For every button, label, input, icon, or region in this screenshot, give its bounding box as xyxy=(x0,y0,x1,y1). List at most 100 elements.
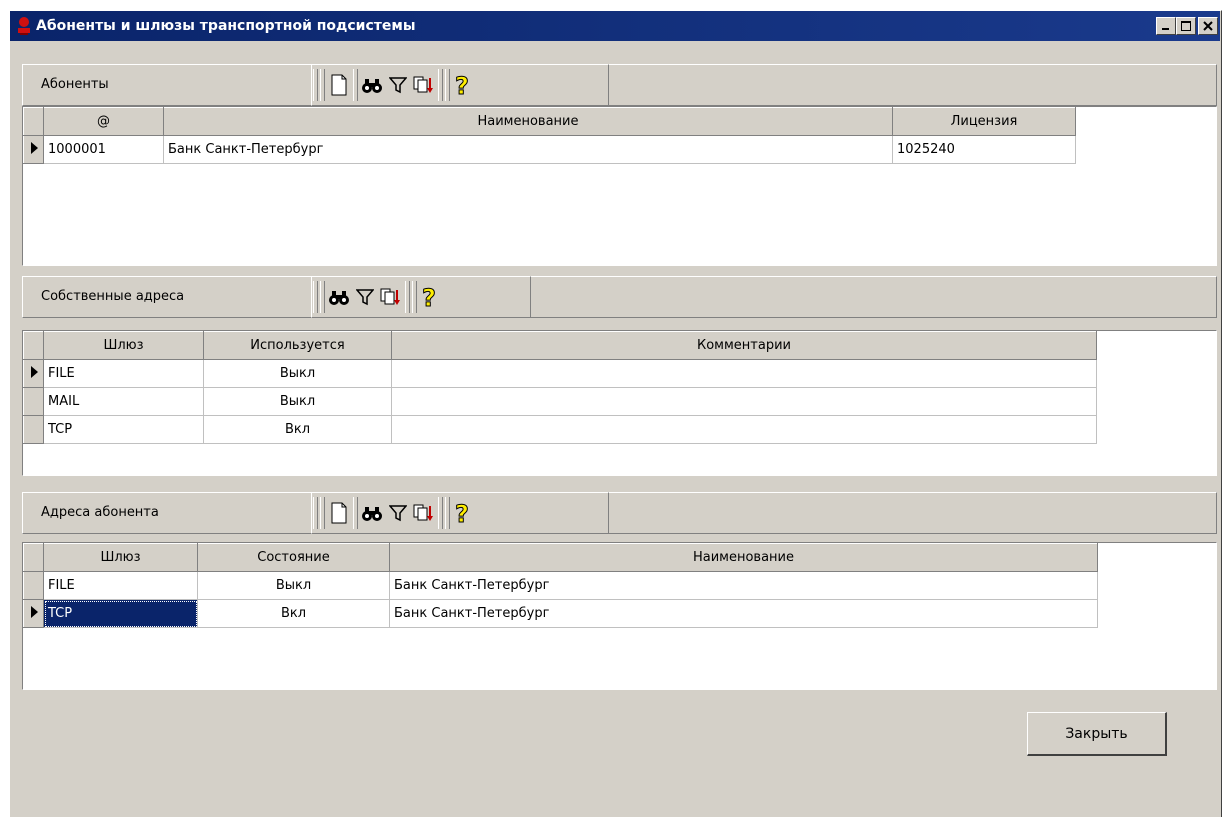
cell-state[interactable]: Вкл xyxy=(197,599,390,628)
table-row[interactable]: FILE Выкл xyxy=(23,359,1097,388)
subscribers-toolbar: ? xyxy=(311,64,609,106)
own-addresses-toolbar: ? xyxy=(311,276,531,318)
column-header-at[interactable]: @ xyxy=(43,107,164,136)
new-record-button[interactable] xyxy=(326,498,352,528)
current-row-arrow-icon xyxy=(30,141,38,154)
cell-gateway[interactable]: FILE xyxy=(43,359,204,388)
indicator-header xyxy=(23,543,44,572)
column-header-comments[interactable]: Комментарии xyxy=(391,331,1097,360)
cell-id[interactable]: 1000001 xyxy=(43,135,164,164)
close-icon xyxy=(1203,21,1213,31)
help-button[interactable]: ? xyxy=(451,498,477,528)
binoculars-icon xyxy=(362,507,382,521)
filter-icon xyxy=(356,289,374,306)
cell-name[interactable]: Банк Санкт-Петербург xyxy=(389,599,1098,628)
svg-text:?: ? xyxy=(455,72,469,98)
own-addresses-grid[interactable]: Шлюз Используется Комментарии FILE Выкл … xyxy=(22,330,1217,476)
subscriber-addresses-toolbar: ? xyxy=(311,492,609,534)
export-button[interactable] xyxy=(378,282,404,312)
maximize-icon xyxy=(1181,21,1191,31)
subscriber-addresses-label: Адреса абонента xyxy=(41,505,159,520)
svg-text:?: ? xyxy=(422,284,436,310)
cell-license[interactable]: 1025240 xyxy=(892,135,1076,164)
subscriber-addresses-header: Адреса абонента ? xyxy=(22,492,1217,534)
column-header-gateway[interactable]: Шлюз xyxy=(43,331,204,360)
minimize-button[interactable] xyxy=(1156,17,1176,35)
binoculars-icon xyxy=(329,291,349,305)
table-row[interactable]: MAIL Выкл xyxy=(23,387,1097,416)
row-indicator xyxy=(23,571,44,600)
cell-gateway[interactable]: TCP xyxy=(43,415,204,444)
cell-used[interactable]: Выкл xyxy=(203,359,392,388)
table-row[interactable]: FILE Выкл Банк Санкт-Петербург xyxy=(23,571,1098,600)
subscribers-header: Абоненты ? xyxy=(22,64,1217,106)
indicator-header xyxy=(23,107,44,136)
app-icon xyxy=(18,17,30,35)
column-header-used[interactable]: Используется xyxy=(203,331,392,360)
filter-icon xyxy=(389,77,407,94)
filter-button[interactable] xyxy=(385,70,411,100)
cell-name[interactable]: Банк Санкт-Петербург xyxy=(163,135,893,164)
cell-gateway[interactable]: MAIL xyxy=(43,387,204,416)
find-button[interactable] xyxy=(326,282,352,312)
minimize-icon xyxy=(1162,28,1169,30)
column-header-name[interactable]: Наименование xyxy=(163,107,893,136)
cell-used[interactable]: Выкл xyxy=(203,387,392,416)
row-indicator xyxy=(23,359,44,388)
grid-header-row: Шлюз Используется Комментарии xyxy=(23,331,1097,360)
svg-text:?: ? xyxy=(455,500,469,526)
own-addresses-label: Собственные адреса xyxy=(41,289,185,304)
new-document-icon xyxy=(331,502,347,524)
filter-icon xyxy=(389,505,407,522)
help-icon: ? xyxy=(455,500,470,526)
help-icon: ? xyxy=(422,284,437,310)
cell-comment[interactable] xyxy=(391,415,1097,444)
find-button[interactable] xyxy=(359,70,385,100)
close-button[interactable]: Закрыть xyxy=(1027,712,1167,756)
indicator-header xyxy=(23,331,44,360)
table-row[interactable]: TCP Вкл Банк Санкт-Петербург xyxy=(23,599,1098,628)
help-button[interactable]: ? xyxy=(451,70,477,100)
row-indicator xyxy=(23,135,44,164)
grid-header-row: @ Наименование Лицензия xyxy=(23,107,1076,136)
cell-comment[interactable] xyxy=(391,387,1097,416)
close-window-button[interactable] xyxy=(1198,17,1218,35)
help-icon: ? xyxy=(455,72,470,98)
new-record-button[interactable] xyxy=(326,70,352,100)
cell-used[interactable]: Вкл xyxy=(203,415,392,444)
export-icon xyxy=(413,76,433,93)
window-title: Абоненты и шлюзы транспортной подсистемы xyxy=(36,18,416,34)
help-button[interactable]: ? xyxy=(418,282,444,312)
cell-gateway[interactable]: FILE xyxy=(43,571,198,600)
new-document-icon xyxy=(331,74,347,96)
current-row-arrow-icon xyxy=(30,605,38,618)
cell-gateway-selected[interactable]: TCP xyxy=(43,599,198,628)
cell-state[interactable]: Выкл xyxy=(197,571,390,600)
grid-header-row: Шлюз Состояние Наименование xyxy=(23,543,1098,572)
find-button[interactable] xyxy=(359,498,385,528)
row-indicator xyxy=(23,387,44,416)
table-row[interactable]: TCP Вкл xyxy=(23,415,1097,444)
column-header-state[interactable]: Состояние xyxy=(197,543,390,572)
current-row-arrow-icon xyxy=(30,365,38,378)
row-indicator xyxy=(23,599,44,628)
own-addresses-header: Собственные адреса ? xyxy=(22,276,1217,318)
export-button[interactable] xyxy=(411,498,437,528)
cell-comment[interactable] xyxy=(391,359,1097,388)
column-header-name[interactable]: Наименование xyxy=(389,543,1098,572)
subscribers-grid[interactable]: @ Наименование Лицензия 1000001 Банк Сан… xyxy=(22,106,1217,266)
subscribers-label: Абоненты xyxy=(41,77,109,92)
subscriber-addresses-grid[interactable]: Шлюз Состояние Наименование FILE Выкл Ба… xyxy=(22,542,1217,690)
export-icon xyxy=(380,288,400,305)
export-button[interactable] xyxy=(411,70,437,100)
cell-name[interactable]: Банк Санкт-Петербург xyxy=(389,571,1098,600)
filter-button[interactable] xyxy=(385,498,411,528)
column-header-license[interactable]: Лицензия xyxy=(892,107,1076,136)
column-header-gateway[interactable]: Шлюз xyxy=(43,543,198,572)
row-indicator xyxy=(23,415,44,444)
maximize-button[interactable] xyxy=(1176,17,1196,35)
table-row[interactable]: 1000001 Банк Санкт-Петербург 1025240 xyxy=(23,135,1076,164)
export-icon xyxy=(413,504,433,521)
binoculars-icon xyxy=(362,79,382,93)
filter-button[interactable] xyxy=(352,282,378,312)
